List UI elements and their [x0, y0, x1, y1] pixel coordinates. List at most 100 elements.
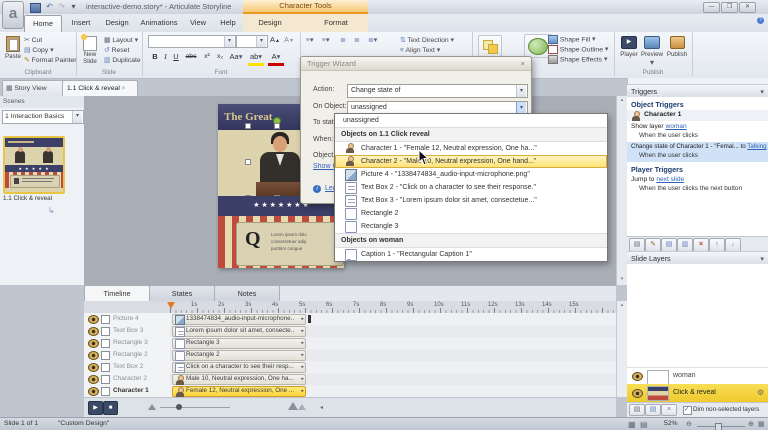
dropdown-item-rectangle3[interactable]: Rectangle 3 — [335, 220, 607, 233]
preview-button[interactable]: Preview — [641, 35, 663, 69]
dropdown-item-picture4[interactable]: Picture 4 - "1338474834_audio-input-micr… — [335, 168, 607, 181]
dropdown-item-character2[interactable]: Character 2 - "Male 10, Neutral expressi… — [335, 155, 607, 168]
timeline-scrollbar[interactable]: ▴ — [616, 301, 627, 397]
articulate-logo-icon[interactable]: a — [2, 1, 24, 29]
view-normal-icon[interactable] — [628, 420, 636, 429]
layer-row-woman[interactable]: woman — [627, 367, 768, 385]
increase-indent-button[interactable] — [354, 36, 360, 45]
trigger-slide-link[interactable]: next slide — [656, 176, 684, 183]
tab-view[interactable]: View — [184, 15, 212, 31]
trigger-jump-to[interactable]: Jump to next slide — [631, 176, 764, 183]
lock-checkbox[interactable] — [101, 387, 110, 396]
timeline-zoom-slider[interactable] — [160, 407, 230, 408]
copy-button[interactable]: Copy — [24, 46, 74, 55]
canvas-scrollbar[interactable]: ▴▾ — [616, 96, 627, 285]
help-icon[interactable]: ? — [757, 17, 764, 24]
trigger-layer-link[interactable]: woman — [665, 123, 686, 130]
zoom-slider-thumb[interactable] — [715, 423, 722, 430]
add-trigger-button[interactable] — [629, 238, 645, 252]
timeline-object-bar[interactable]: Female 12, Neutral expression, One ... — [172, 386, 306, 397]
lock-checkbox[interactable] — [101, 327, 110, 336]
font-size-combobox[interactable] — [236, 35, 268, 48]
dropdown-item-rectangle2[interactable]: Rectangle 2 — [335, 207, 607, 220]
lock-checkbox[interactable] — [101, 339, 110, 348]
tab-design[interactable]: Design — [100, 15, 134, 31]
timeline-object-bar[interactable]: Rectangle 2 — [172, 350, 306, 361]
duplicate-layer-button[interactable] — [645, 404, 661, 416]
tab-notes[interactable]: Notes — [214, 285, 280, 302]
visibility-eye-icon[interactable] — [88, 351, 99, 360]
visibility-eye-icon[interactable] — [88, 339, 99, 348]
undo-icon[interactable] — [44, 2, 55, 12]
layout-button[interactable]: Layout — [104, 36, 142, 45]
expand-bar-icon[interactable] — [301, 375, 304, 383]
action-combobox[interactable]: Change state of — [347, 84, 528, 98]
timeline-object-bar[interactable]: Lorem ipsum dolor sit amet, consecte... — [172, 326, 306, 337]
layer-visibility-icon[interactable] — [632, 389, 643, 398]
stop-button[interactable] — [103, 401, 118, 415]
on-object-dropdown[interactable]: unassigned Objects on 1.1 Click reveal C… — [334, 113, 608, 262]
quick-access-menu-icon[interactable] — [68, 2, 79, 12]
underline-button[interactable]: U — [171, 51, 181, 63]
bold-button[interactable]: B — [150, 51, 160, 63]
dim-layers-checkbox[interactable] — [683, 406, 692, 415]
shape-outline-button[interactable]: Shape Outline — [548, 45, 614, 54]
expand-bar-icon[interactable] — [301, 387, 304, 395]
lock-checkbox[interactable] — [101, 315, 110, 324]
trigger-show-layer[interactable]: Show layer woman — [631, 123, 764, 130]
trigger-state-link[interactable]: Talking — [747, 143, 766, 150]
scene-slide-label[interactable]: 1.1 Click & reveal — [3, 195, 81, 202]
save-icon[interactable] — [30, 3, 41, 13]
cut-button[interactable]: Cut — [24, 36, 74, 45]
close-button[interactable]: ✕ — [739, 2, 756, 13]
trigger-change-state[interactable]: Change state of Character 1 - "Femal... … — [627, 142, 768, 162]
layer-row-click-reveal[interactable]: Click & reveal — [627, 384, 768, 402]
copy-trigger-button[interactable] — [661, 238, 677, 252]
slide-thumbnail[interactable]: ★ ★ ★ ★ ★ — [3, 136, 65, 194]
dropdown-item-unassigned[interactable]: unassigned — [335, 114, 607, 127]
audio-object-marker[interactable] — [308, 315, 311, 323]
tab-timeline[interactable]: Timeline — [84, 285, 150, 302]
tab-character-design[interactable]: Design — [250, 15, 290, 31]
timeline-object-bar[interactable]: Male 10, Neutral expression, One ha... — [172, 374, 306, 385]
playhead-icon[interactable] — [167, 302, 175, 309]
scene-selector[interactable]: 1 Interaction Basics — [2, 110, 84, 124]
zoom-out-icon[interactable]: ⊖ — [686, 420, 692, 428]
timeline-zoom-thumb[interactable] — [176, 404, 182, 410]
decrease-indent-button[interactable] — [340, 36, 346, 45]
expand-bar-icon[interactable] — [301, 363, 304, 371]
close-tab-icon[interactable] — [122, 86, 126, 92]
visibility-eye-icon[interactable] — [88, 315, 99, 324]
timeline-object-bar[interactable]: Click on a character to see their resp..… — [172, 362, 306, 373]
subscript-button[interactable]: x₂ — [214, 51, 226, 63]
grow-font-button[interactable]: A▲ — [268, 34, 282, 46]
text-direction-button[interactable]: Text Direction — [400, 36, 470, 45]
question-caption[interactable]: Q Lorem ipsum dolo consectetuer adip por… — [236, 222, 344, 266]
minimize-button[interactable]: — — [703, 2, 720, 13]
dropdown-item-textbox3[interactable]: Text Box 3 - "Lorem ipsum dolor sit amet… — [335, 194, 607, 207]
shrink-font-button[interactable]: A▼ — [282, 34, 296, 46]
move-trigger-down-button[interactable]: ↓ — [725, 238, 741, 252]
layer-visibility-icon[interactable] — [632, 372, 643, 381]
font-color-button[interactable]: A — [268, 51, 284, 66]
tab-home[interactable]: Home — [24, 15, 62, 32]
lock-checkbox[interactable] — [101, 363, 110, 372]
view-story-icon[interactable] — [640, 420, 648, 429]
timeline-object-bar[interactable]: Rectangle 3 — [172, 338, 306, 349]
paste-trigger-button[interactable] — [677, 238, 693, 252]
bullets-button[interactable] — [306, 36, 313, 45]
expand-bar-icon[interactable] — [301, 339, 304, 347]
superscript-button[interactable]: x² — [201, 51, 213, 63]
timeline-object-bar[interactable]: 1338474834_audio-input-microphone.... — [172, 314, 306, 325]
strikethrough-button[interactable]: abc — [183, 51, 199, 63]
tab-states[interactable]: States — [149, 285, 215, 302]
highlight-color-button[interactable]: ab — [248, 51, 264, 66]
font-name-combobox[interactable] — [148, 35, 236, 48]
dropdown-item-caption1[interactable]: Caption 1 - "Rectangular Caption 1" — [335, 248, 607, 261]
visibility-eye-icon[interactable] — [88, 327, 99, 336]
shape-effects-button[interactable]: Shape Effects — [548, 55, 614, 64]
visibility-eye-icon[interactable] — [88, 387, 99, 396]
trigger-group-character1[interactable]: Character 1 — [627, 110, 768, 121]
format-painter-button[interactable]: Format Painter — [24, 56, 76, 65]
arrange-button[interactable] — [478, 35, 502, 57]
